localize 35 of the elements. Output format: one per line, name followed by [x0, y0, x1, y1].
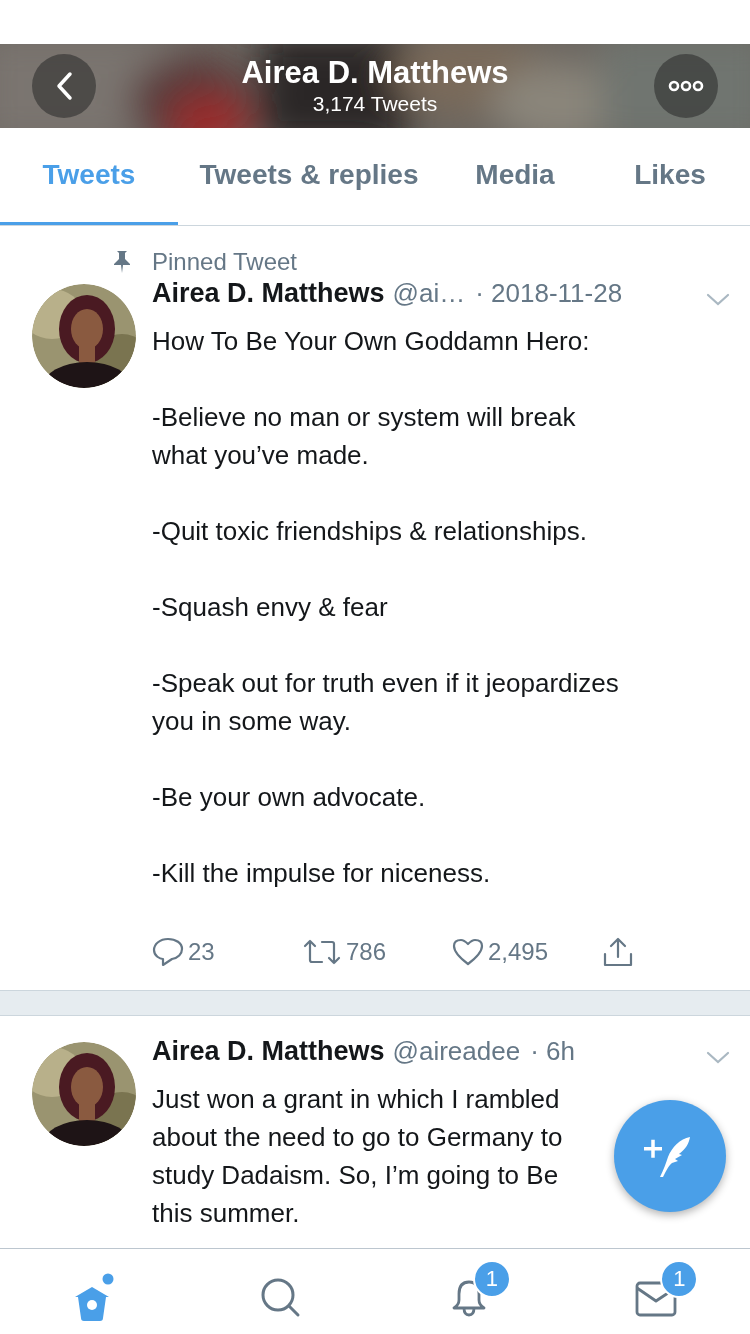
tweet-text: -Kill the impulse for niceness.: [152, 857, 491, 890]
tweet-count: 3,174 Tweets: [311, 91, 439, 117]
retweet-icon[interactable]: [302, 938, 342, 966]
author-name: Airea D. Matthews: [152, 278, 385, 309]
reply-icon[interactable]: [152, 937, 184, 967]
retweet-count: 786: [346, 938, 387, 966]
tweet-date: · 2018-11-28: [475, 278, 623, 309]
heart-icon[interactable]: [452, 938, 484, 966]
reply-count: 23: [188, 938, 215, 966]
tweet-text: How To Be Your Own Goddamn Hero:: [152, 325, 590, 358]
messages-tab[interactable]: 1: [606, 1258, 707, 1334]
notification-badge: 1: [472, 1260, 511, 1298]
author-name: Airea D. Matthews: [152, 1036, 385, 1067]
compose-button[interactable]: [614, 1100, 726, 1212]
tweet-text: -Squash envy & fear: [152, 591, 388, 624]
more-icon: [668, 80, 704, 92]
author-handle: @aireadee: [392, 1036, 521, 1067]
share-icon[interactable]: [602, 937, 634, 967]
profile-name: Airea D. Matthews: [241, 55, 509, 91]
profile-tab[interactable]: Media: [440, 128, 590, 225]
back-icon: [55, 71, 73, 101]
tweet-text: -Speak out for truth even if it jeopardizes you in some way.: [152, 667, 619, 738]
author-handle: @ai…: [392, 278, 466, 309]
pinned-label: Pinned Tweet: [152, 248, 297, 276]
notifications-tab[interactable]: 1: [418, 1258, 519, 1334]
profile-tab[interactable]: Tweets & replies: [178, 128, 440, 225]
notification-badge: 1: [660, 1260, 699, 1298]
profile-tab[interactable]: Likes: [590, 128, 750, 225]
tweet-text: -Be your own advocate.: [152, 781, 426, 814]
tweet-text: -Quit toxic friendships & relationships.: [152, 515, 587, 548]
profile-tab[interactable]: Tweets: [0, 128, 178, 225]
tweet-text: Just won a grant in which I rambled about the need to go to Germany to study Dadaism. So, I’m going to Be this summer.: [152, 1083, 563, 1230]
like-count: 2,495: [488, 938, 549, 966]
tweet-date: · 6h: [530, 1036, 575, 1067]
tweet-text: -Believe no man or system will break what you’ve made.: [152, 401, 576, 472]
